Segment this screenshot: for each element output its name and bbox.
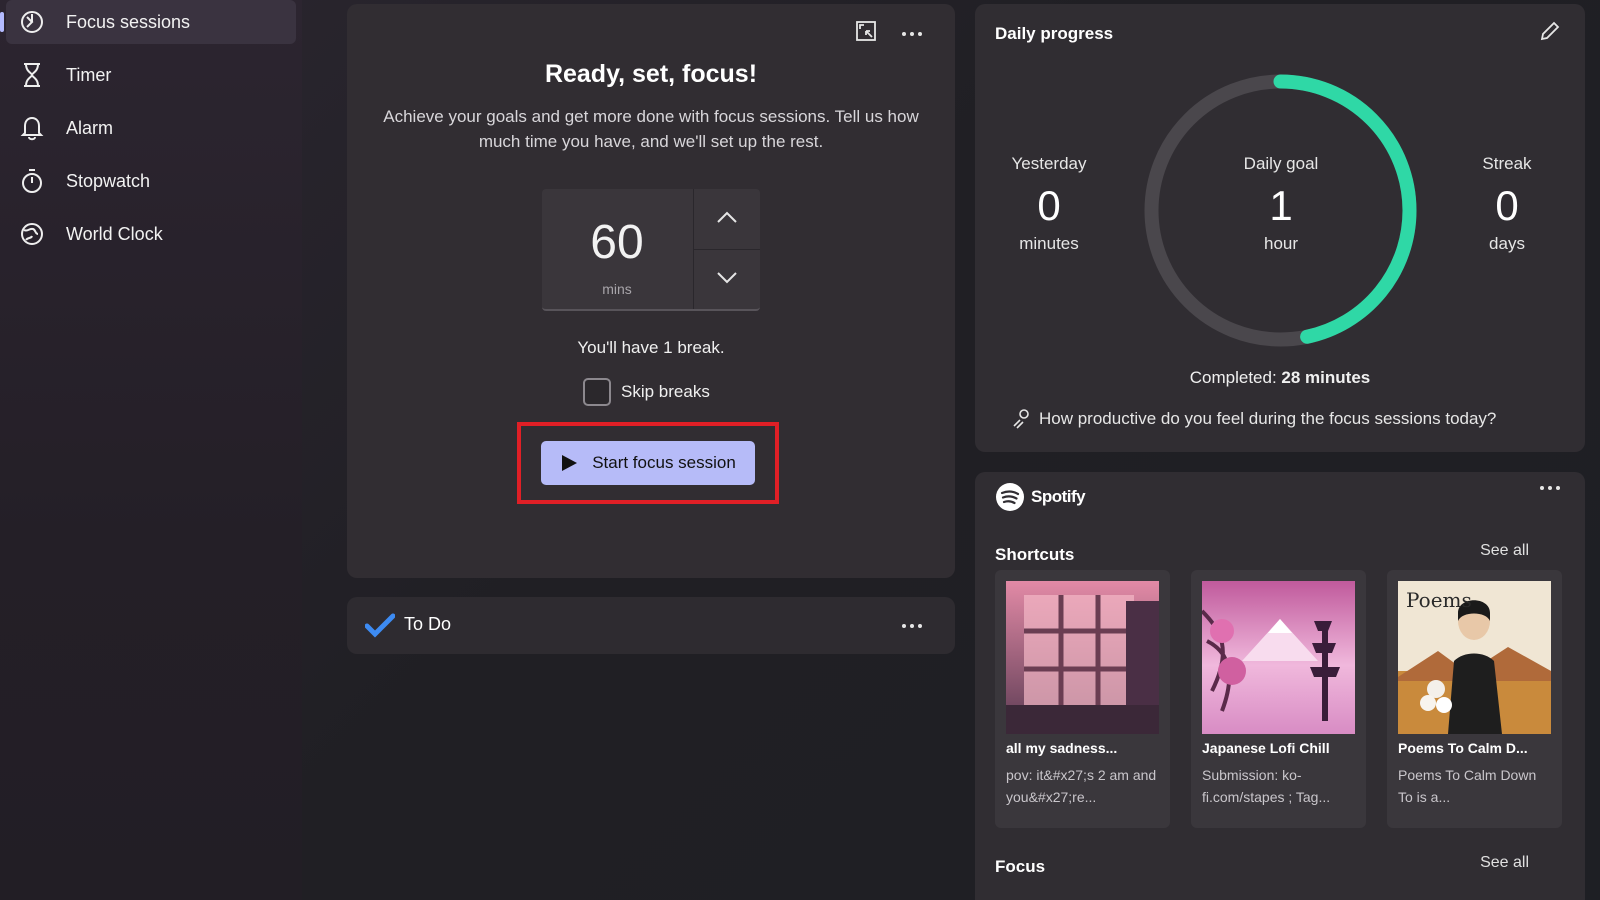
sidebar-item-label: Stopwatch bbox=[66, 170, 151, 191]
spotify-brand: Spotify bbox=[995, 482, 1086, 512]
daily-goal-unit: hour bbox=[1263, 234, 1299, 253]
focus-section-title: Focus bbox=[995, 857, 1046, 876]
more-icon bbox=[901, 616, 923, 634]
decrease-duration-button[interactable] bbox=[694, 250, 760, 310]
sidebar-item-stopwatch[interactable]: Stopwatch bbox=[6, 159, 296, 203]
todo-card[interactable]: To Do bbox=[347, 597, 955, 654]
spotify-name: Spotify bbox=[1031, 487, 1086, 506]
playlist-tile[interactable]: Japanese Lofi Chill Submission: ko-fi.co… bbox=[1191, 570, 1366, 828]
feedback-text: How productive do you feel during the fo… bbox=[1039, 409, 1497, 428]
daily-goal-stat: Daily goal 1 hour bbox=[1221, 154, 1341, 254]
stopwatch-icon bbox=[18, 167, 46, 195]
sidebar-item-alarm[interactable]: Alarm bbox=[6, 106, 296, 150]
active-indicator bbox=[0, 12, 4, 32]
spotify-icon bbox=[995, 482, 1025, 512]
focus-session-card: Ready, set, focus! Achieve your goals an… bbox=[347, 4, 955, 578]
start-focus-session-button[interactable]: Start focus session bbox=[541, 441, 755, 485]
compact-overlay-button[interactable] bbox=[849, 18, 883, 48]
playlist-cover bbox=[1006, 581, 1159, 734]
playlist-title: all my sadness... bbox=[1006, 740, 1118, 756]
streak-label: Streak bbox=[1482, 154, 1532, 173]
completed-summary: Completed: 28 minutes bbox=[975, 368, 1585, 388]
feedback-icon bbox=[1011, 408, 1033, 430]
productivity-feedback-link[interactable]: How productive do you feel during the fo… bbox=[1011, 408, 1496, 430]
start-button-label: Start focus session bbox=[592, 453, 736, 472]
yesterday-unit: minutes bbox=[1019, 234, 1079, 253]
streak-value: 0 bbox=[1495, 182, 1519, 229]
more-icon bbox=[1539, 478, 1561, 496]
duration-value[interactable]: 60 bbox=[542, 215, 692, 270]
daily-progress-title: Daily progress bbox=[995, 24, 1114, 43]
sidebar-item-world-clock[interactable]: World Clock bbox=[6, 212, 296, 256]
duration-unit: mins bbox=[602, 281, 632, 297]
chevron-down-icon bbox=[716, 271, 738, 289]
more-icon bbox=[901, 24, 923, 42]
playlist-subtitle: Poems To Calm Down To is a... bbox=[1398, 767, 1537, 805]
edit-goals-button[interactable] bbox=[1533, 18, 1567, 48]
yesterday-value: 0 bbox=[1037, 182, 1061, 229]
sidebar-item-label: World Clock bbox=[66, 223, 163, 244]
yesterday-stat: Yesterday 0 minutes bbox=[975, 154, 1123, 254]
break-info: You'll have 1 break. bbox=[577, 338, 725, 357]
bell-icon bbox=[18, 114, 46, 142]
playlist-cover bbox=[1202, 581, 1355, 734]
shortcuts-title: Shortcuts bbox=[995, 545, 1075, 564]
shortcuts-see-all-link[interactable]: See all bbox=[1480, 542, 1529, 560]
sidebar-item-focus-sessions[interactable]: Focus sessions bbox=[0, 0, 296, 44]
streak-stat: Streak 0 days bbox=[1437, 154, 1577, 254]
play-icon bbox=[560, 454, 578, 472]
hourglass-icon bbox=[18, 61, 46, 89]
sidebar-item-label: Alarm bbox=[66, 117, 114, 138]
sidebar-item-timer[interactable]: Timer bbox=[6, 53, 296, 97]
checkbox-box[interactable] bbox=[583, 378, 611, 406]
focus-description: Achieve your goals and get more done wit… bbox=[383, 107, 919, 151]
duration-stepper: 60 mins bbox=[542, 189, 760, 311]
pencil-icon bbox=[1539, 20, 1561, 47]
increase-duration-button[interactable] bbox=[694, 189, 760, 249]
completed-value: 28 minutes bbox=[1281, 368, 1371, 387]
compact-overlay-icon bbox=[855, 20, 877, 47]
more-options-button[interactable] bbox=[895, 18, 929, 48]
playlist-tile[interactable]: Poems Poems To Calm D... Poems To Calm D… bbox=[1387, 570, 1562, 828]
playlist-title: Japanese Lofi Chill bbox=[1202, 740, 1330, 756]
sidebar-item-label: Focus sessions bbox=[66, 11, 191, 32]
daily-progress-card: Daily progress Yesterday 0 minutes Daily… bbox=[975, 4, 1585, 452]
todo-more-options-button[interactable] bbox=[895, 610, 929, 640]
yesterday-label: Yesterday bbox=[1011, 154, 1087, 173]
cover-lettering: Poems bbox=[1406, 588, 1472, 612]
streak-unit: days bbox=[1489, 234, 1525, 253]
daily-goal-value: 1 bbox=[1269, 182, 1293, 229]
sidebar-item-label: Timer bbox=[66, 64, 112, 85]
playlist-tile[interactable]: all my sadness... pov: it&#x27;s 2 am an… bbox=[995, 570, 1170, 828]
focus-icon bbox=[18, 8, 46, 36]
spotify-card: Spotify Shortcuts See all all my sadness… bbox=[975, 472, 1585, 900]
completed-prefix: Completed: bbox=[1189, 368, 1277, 387]
skip-breaks-checkbox[interactable]: Skip breaks bbox=[583, 376, 710, 408]
spotify-more-options-button[interactable] bbox=[1533, 472, 1567, 502]
globe-icon bbox=[18, 220, 46, 248]
chevron-up-icon bbox=[716, 210, 738, 228]
skip-breaks-label: Skip breaks bbox=[621, 382, 710, 401]
todo-check-icon bbox=[364, 611, 396, 639]
focus-see-all-link[interactable]: See all bbox=[1480, 854, 1529, 872]
daily-goal-label: Daily goal bbox=[1243, 154, 1319, 173]
sidebar: Focus sessions Timer Alarm Stopwatch Wor… bbox=[0, 0, 302, 900]
playlist-title: Poems To Calm D... bbox=[1398, 740, 1528, 756]
playlist-subtitle: pov: it&#x27;s 2 am and you&#x27;re... bbox=[1006, 767, 1157, 805]
focus-title: Ready, set, focus! bbox=[544, 60, 758, 88]
playlist-cover: Poems bbox=[1398, 581, 1551, 734]
todo-label: To Do bbox=[404, 614, 452, 634]
playlist-subtitle: Submission: ko-fi.com/stapes ; Tag... bbox=[1202, 767, 1331, 805]
